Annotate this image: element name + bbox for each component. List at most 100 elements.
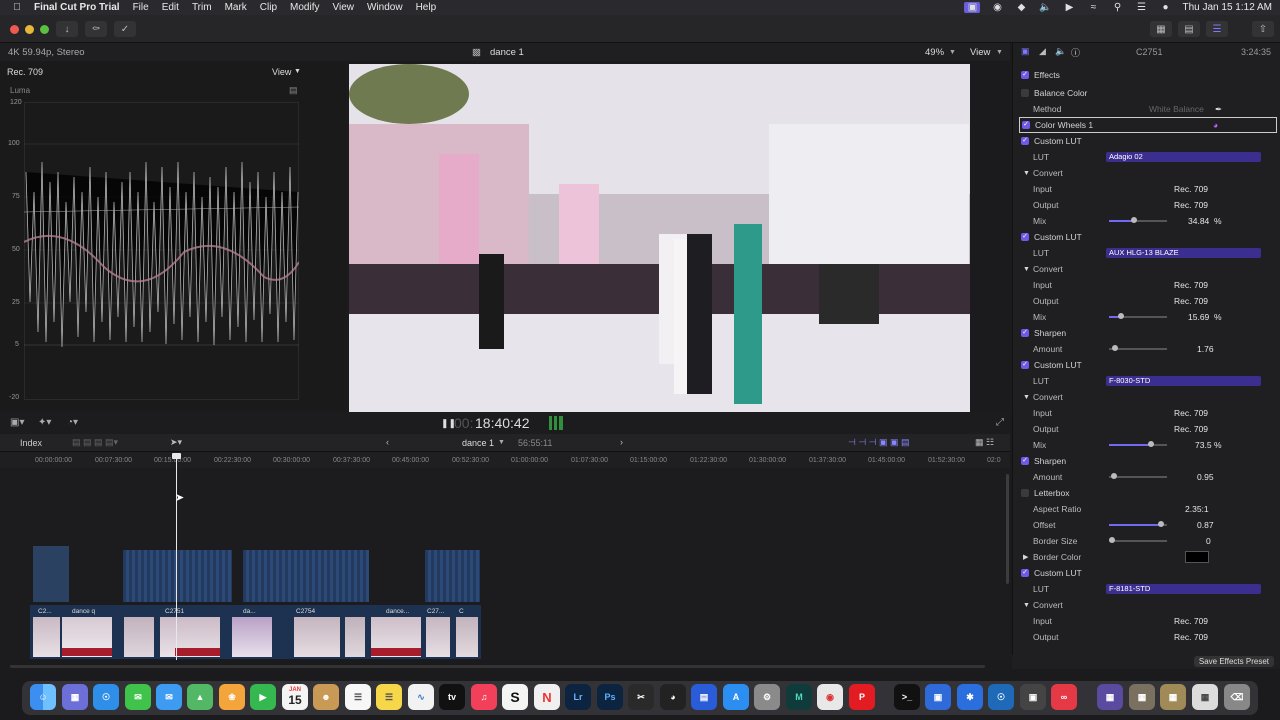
convert-row[interactable]: ▼ Convert: [1013, 389, 1280, 405]
lut-select[interactable]: AUX HLG-13 BLAZE: [1106, 248, 1261, 258]
aspect-ratio-value[interactable]: 2.35:1: [1185, 504, 1209, 514]
mix-slider[interactable]: [1109, 313, 1167, 319]
activity-monitor-icon[interactable]: ◕: [660, 684, 686, 710]
scope-view-menu[interactable]: View: [272, 67, 291, 77]
convert-row[interactable]: ▼ Convert: [1013, 261, 1280, 277]
facetime-icon[interactable]: ▶: [250, 684, 276, 710]
search-icon[interactable]: ⚲: [1110, 2, 1124, 13]
menu-file[interactable]: File: [133, 2, 149, 13]
final-cut-pro-icon[interactable]: ✂: [628, 684, 654, 710]
timeline-scrollbar[interactable]: [1006, 474, 1009, 584]
news-icon[interactable]: N: [534, 684, 560, 710]
menu-view[interactable]: View: [332, 2, 354, 13]
output-value[interactable]: Rec. 709: [1174, 200, 1208, 210]
mix-slider[interactable]: [1109, 217, 1167, 223]
color-circle-icon[interactable]: ◉: [990, 2, 1004, 13]
custom-lut-row[interactable]: ✓ Custom LUT: [1013, 565, 1280, 581]
lut-select[interactable]: Adagio 02: [1106, 152, 1261, 162]
clip-thumbnail[interactable]: [345, 617, 365, 657]
convert-row[interactable]: ▼ Convert: [1013, 597, 1280, 613]
disclosure-icon[interactable]: ▼: [1023, 602, 1030, 609]
clip-thumbnail[interactable]: [426, 617, 450, 657]
control-center-icon[interactable]: ☰: [1134, 2, 1148, 13]
speed-icon[interactable]: ◔▾: [67, 417, 78, 428]
checkbox-icon[interactable]: [1021, 489, 1029, 497]
import-button[interactable]: ↓: [56, 21, 78, 37]
maps-icon[interactable]: ▲: [187, 684, 213, 710]
pinterest-icon[interactable]: P: [849, 684, 875, 710]
menu-modify[interactable]: Modify: [290, 2, 319, 13]
input-value[interactable]: Rec. 709: [1174, 280, 1208, 290]
playhead-handle[interactable]: [172, 453, 181, 459]
mix-slider[interactable]: [1109, 441, 1167, 447]
bluetooth-icon[interactable]: ✱: [957, 684, 983, 710]
siri-icon[interactable]: ●: [1158, 2, 1172, 13]
viewer-canvas[interactable]: [349, 64, 970, 412]
checkbox-icon[interactable]: ✓: [1022, 121, 1030, 129]
custom-lut-row[interactable]: ✓ Custom LUT: [1013, 357, 1280, 373]
enhance-icon[interactable]: ✦▾: [38, 417, 51, 428]
disclosure-icon[interactable]: ▼: [1023, 170, 1030, 177]
convert-row[interactable]: ▼ Convert: [1013, 165, 1280, 181]
input-value[interactable]: Rec. 709: [1174, 184, 1208, 194]
checkbox-icon[interactable]: ✓: [1021, 233, 1029, 241]
amount-value[interactable]: 0.95: [1197, 472, 1214, 482]
lut-select[interactable]: F-8030-STD: [1106, 376, 1261, 386]
sharpen-row[interactable]: ✓ Sharpen: [1013, 453, 1280, 469]
checkbox-icon[interactable]: ✓: [1021, 137, 1029, 145]
minimize-button[interactable]: [25, 25, 34, 34]
output-value[interactable]: Rec. 709: [1174, 296, 1208, 306]
index-button[interactable]: Index: [20, 438, 42, 448]
fullscreen-icon[interactable]: ⤢: [996, 417, 1004, 428]
offset-value[interactable]: 0.87: [1197, 520, 1214, 530]
system-settings-icon[interactable]: ⚙: [754, 684, 780, 710]
desktop-folder-icon[interactable]: ▦: [1192, 684, 1218, 710]
menu-trim[interactable]: Trim: [192, 2, 212, 13]
transform-icon[interactable]: ▣▾: [10, 417, 24, 428]
finder-icon[interactable]: ☺: [30, 684, 56, 710]
folder-icon[interactable]: ▦: [1160, 684, 1186, 710]
mix-value[interactable]: 34.84: [1188, 216, 1209, 226]
amount-value[interactable]: 1.76: [1197, 344, 1214, 354]
timeline-tools-icon[interactable]: ⊣ ⊣ ⊣ ▣ ▣ ▤: [848, 437, 910, 448]
timeline-project[interactable]: dance 1: [462, 438, 494, 448]
clip-thumbnail[interactable]: [456, 617, 478, 657]
border-color-swatch[interactable]: [1185, 551, 1209, 563]
creative-cloud-icon[interactable]: ∞: [1051, 684, 1077, 710]
chrome-icon[interactable]: ◉: [817, 684, 843, 710]
menu-clock[interactable]: Thu Jan 15 1:12 AM: [1182, 2, 1272, 13]
apple-icon[interactable]: : [10, 2, 24, 13]
output-value[interactable]: Rec. 709: [1174, 632, 1208, 642]
lut-select[interactable]: F-8181-STD: [1106, 584, 1261, 594]
maya-icon[interactable]: M: [786, 684, 812, 710]
save-effects-preset-button[interactable]: Save Effects Preset: [1193, 656, 1274, 667]
menu-clip[interactable]: Clip: [260, 2, 277, 13]
launchpad-icon[interactable]: ▦: [62, 684, 88, 710]
documents-folder-icon[interactable]: ▦: [1129, 684, 1155, 710]
calendar-icon[interactable]: JAN 15: [282, 684, 308, 710]
browser-toggle-icon[interactable]: ▦: [1150, 21, 1172, 37]
back-icon[interactable]: ‹: [386, 437, 389, 447]
clip-thumbnail[interactable]: [294, 617, 340, 657]
zoom-menu[interactable]: 49%: [925, 47, 944, 58]
timeline-hscrollbar[interactable]: [10, 665, 985, 668]
clip-thumbnail[interactable]: [232, 617, 272, 657]
contacts-icon[interactable]: ☻: [313, 684, 339, 710]
codes-icon[interactable]: ▤: [691, 684, 717, 710]
input-value[interactable]: Rec. 709: [1174, 408, 1208, 418]
photoshop-icon[interactable]: Ps: [597, 684, 623, 710]
custom-lut-row[interactable]: ✓ Custom LUT: [1013, 229, 1280, 245]
photos-icon[interactable]: ❀: [219, 684, 245, 710]
menu-help[interactable]: Help: [416, 2, 437, 13]
play-status-icon[interactable]: ▶: [1062, 2, 1076, 13]
screenshot-icon[interactable]: ▣: [1020, 684, 1046, 710]
connected-clip[interactable]: [243, 550, 369, 602]
skype-icon[interactable]: S: [502, 684, 528, 710]
appearance-icon[interactable]: ▦ ☷: [975, 437, 994, 448]
app-store-icon[interactable]: A: [723, 684, 749, 710]
share-icon[interactable]: ⇧: [1252, 21, 1274, 37]
clip-thumbnail[interactable]: [124, 617, 154, 657]
mail-icon[interactable]: ✉: [156, 684, 182, 710]
menu-edit[interactable]: Edit: [162, 2, 179, 13]
checkbox-icon[interactable]: ✓: [1021, 71, 1029, 79]
